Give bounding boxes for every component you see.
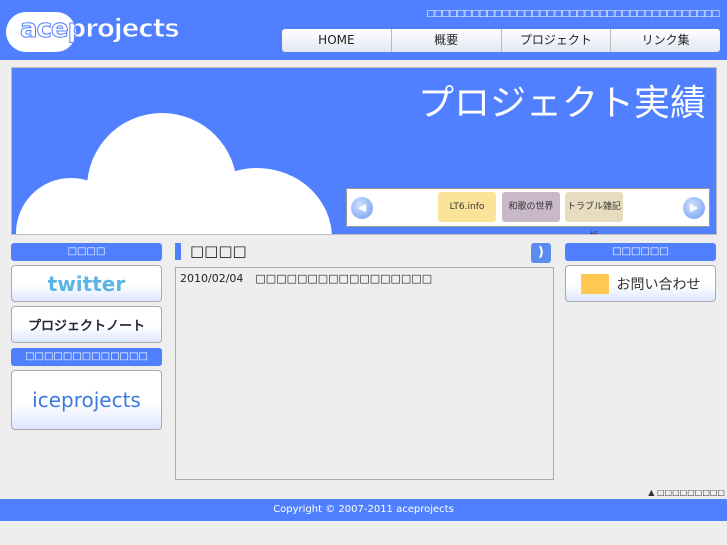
slider-item[interactable]: トラブル雑記帳 [565,192,623,234]
slider-item[interactable]: 和歌の世界 [502,192,560,222]
sidebar-heading: □□□□□□ [565,243,716,261]
news-date: 2010/02/04 [180,272,244,285]
nav-home[interactable]: HOME [282,29,392,52]
contact-button[interactable]: お問い合わせ [565,265,716,302]
main-nav: HOME 概要 プロジェクト リンク集 [282,29,720,52]
footer: Copyright © 2007-2011 aceprojects [0,499,727,521]
title-marker [175,243,181,260]
logo-text: aceprojects [20,14,181,45]
slider-item[interactable]: LT6.info [438,192,496,222]
banner-title: プロジェクト実績 [417,83,706,124]
twitter-button[interactable]: twitter [11,265,162,302]
project-note-button[interactable]: プロジェクトノート [11,306,162,343]
slider-prev-button[interactable]: ◀ [351,197,373,219]
tagline: □□□□□□□□□□□□□□□□□□□□□□□□□□□□□□□□□□□□□□□ [426,9,720,19]
project-slider: ◀ LT6.info 和歌の世界 トラブル雑記帳 ▶ [346,188,710,234]
logo[interactable]: aceprojects [6,6,181,54]
contact-label: お問い合わせ [616,276,701,293]
nav-links[interactable]: リンク集 [611,29,720,52]
mail-icon [580,273,609,294]
main-title: □□□□ [190,242,247,260]
sidebar-heading: □□□□ [11,243,162,261]
iceprojects-logo: iceprojects [32,388,141,412]
sidebar-heading: □□□□□□□□□□□□□ [11,348,162,366]
twitter-logo: twitter [47,271,126,296]
news-item: 2010/02/04 □□□□□□□□□□□□□□□□□ [180,272,549,285]
project-note-logo: プロジェクトノート [27,319,145,334]
nav-overview[interactable]: 概要 [392,29,502,52]
news-text[interactable]: □□□□□□□□□□□□□□□□□ [255,272,432,285]
nav-projects[interactable]: プロジェクト [502,29,612,52]
header: aceprojects □□□□□□□□□□□□□□□□□□□□□□□□□□□□… [0,0,727,60]
news-list: 2010/02/04 □□□□□□□□□□□□□□□□□ [175,267,554,480]
banner: プロジェクト実績 ◀ LT6.info 和歌の世界 トラブル雑記帳 ▶ [11,67,717,235]
copyright: Copyright © 2007-2011 aceprojects [273,504,454,515]
slider-next-button[interactable]: ▶ [683,197,705,219]
iceprojects-button[interactable]: iceprojects [11,370,162,430]
page-top-link[interactable]: ▲ □□□□□□□□□ [648,488,725,497]
rss-icon[interactable]: ) [531,243,551,263]
